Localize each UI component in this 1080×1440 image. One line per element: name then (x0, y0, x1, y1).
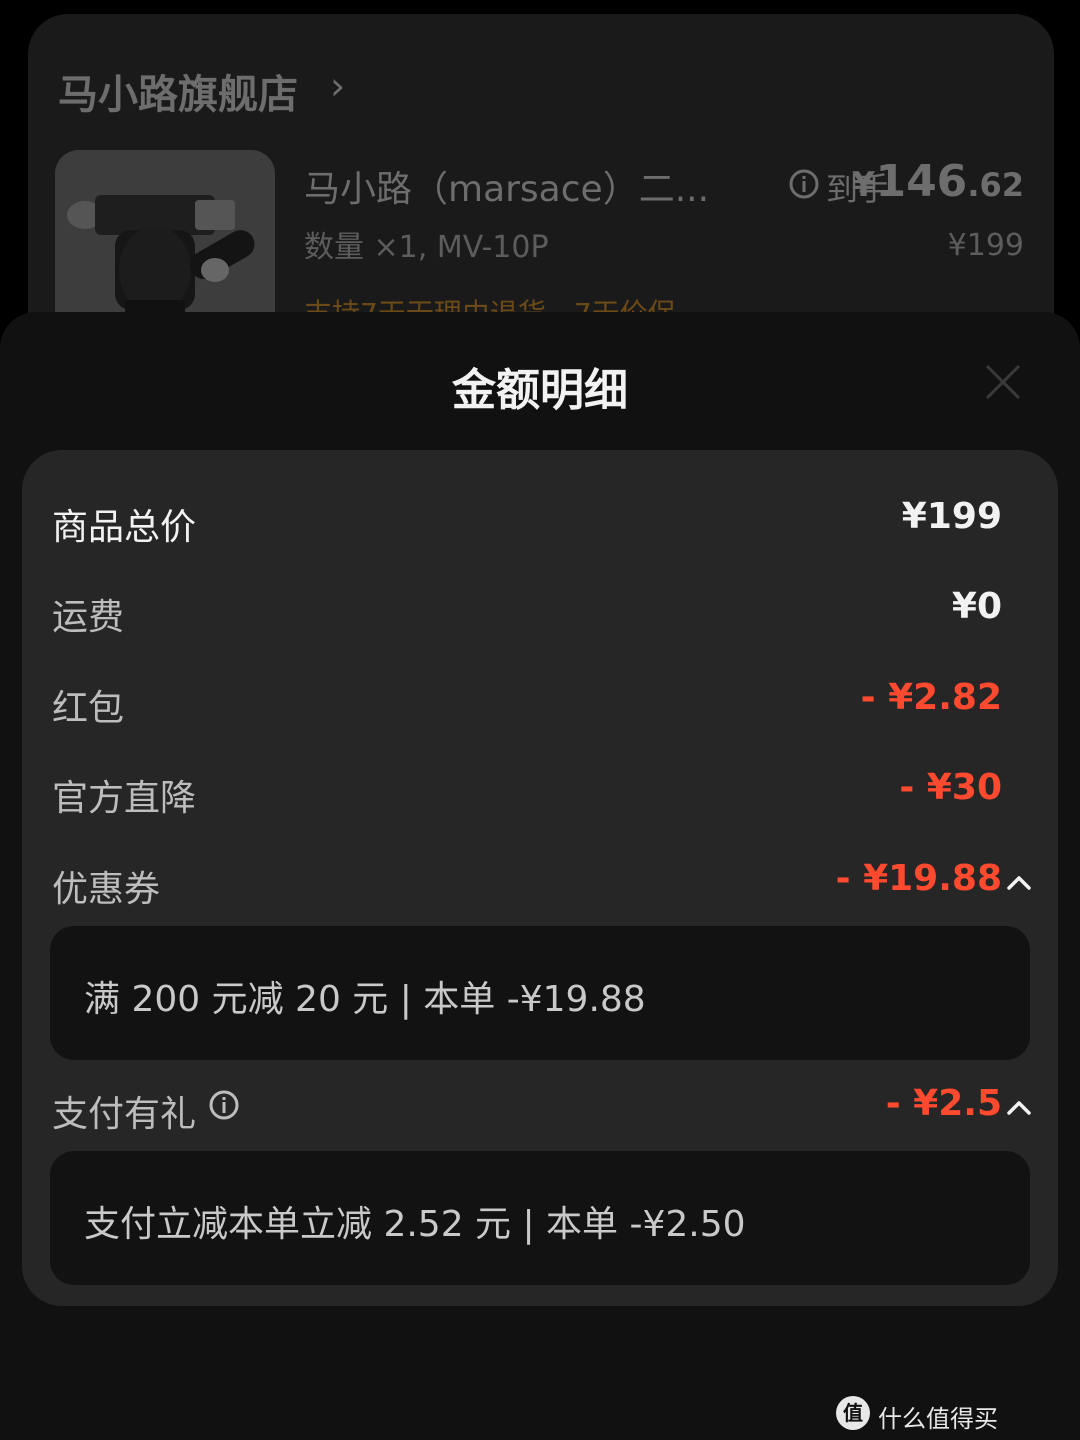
row-label: 支付有礼 (52, 1094, 197, 1135)
amount-detail-panel: 商品总价 ¥199 运费 ¥0 红包 - ¥2.82 官方直降 - ¥30 优惠… (22, 450, 1058, 1306)
price-integer: 146 (875, 156, 968, 207)
row-value: ¥0 (951, 586, 1002, 627)
amount-detail-sheet: 金额明细 商品总价 ¥199 运费 ¥0 红包 - ¥2.82 官方直降 - ¥… (0, 312, 1080, 1440)
coupon-detail-text: 满 200 元减 20 元 | 本单 -¥19.88 (84, 979, 646, 1020)
row-goods-total: 商品总价 ¥199 (52, 490, 1002, 550)
row-payment-gift[interactable]: 支付有礼 - ¥2.5 (52, 1077, 1002, 1137)
row-coupon[interactable]: 优惠券 - ¥19.88 (52, 852, 1002, 912)
close-icon[interactable] (983, 362, 1023, 402)
row-value: - ¥30 (899, 767, 1002, 808)
row-value: - ¥19.88 (835, 858, 1002, 899)
coupon-detail-box: 满 200 元减 20 元 | 本单 -¥19.88 (50, 926, 1030, 1060)
row-shipping: 运费 ¥0 (52, 580, 1002, 640)
info-icon[interactable] (788, 168, 820, 200)
payment-detail-box: 支付立减本单立减 2.52 元 | 本单 -¥2.50 (50, 1151, 1030, 1285)
chevron-up-icon[interactable] (1004, 1097, 1034, 1117)
info-icon[interactable] (208, 1089, 240, 1121)
row-value: ¥199 (901, 496, 1002, 537)
product-title[interactable]: 马小路（marsace）二... (304, 160, 709, 212)
original-price: ¥199 (947, 228, 1024, 263)
row-label: 优惠券 (52, 869, 161, 910)
product-quantity-spec: 数量 ×1, MV-10P (304, 230, 549, 265)
watermark-text: 什么值得买 (878, 1405, 998, 1433)
chevron-right-icon[interactable]: › (330, 64, 345, 108)
price-decimal: .62 (967, 166, 1024, 204)
row-label: 红包 (52, 688, 125, 729)
payment-detail-text: 支付立减本单立减 2.52 元 | 本单 -¥2.50 (84, 1204, 746, 1245)
sheet-title: 金额明细 (452, 365, 628, 416)
row-label: 商品总价 (52, 507, 197, 548)
final-price: ¥146.62 (852, 156, 1024, 207)
row-red-packet: 红包 - ¥2.82 (52, 671, 1002, 731)
row-label: 运费 (52, 597, 125, 638)
row-value: - ¥2.82 (860, 677, 1002, 718)
chevron-up-icon[interactable] (1004, 872, 1034, 892)
watermark-logo: 值 (836, 1396, 870, 1430)
row-value: - ¥2.5 (885, 1083, 1002, 1124)
price-currency: ¥ (851, 165, 876, 205)
store-name[interactable]: 马小路旗舰店 (58, 62, 298, 120)
watermark: 值 什么值得买 (836, 1396, 1046, 1433)
row-official-discount: 官方直降 - ¥30 (52, 761, 1002, 821)
row-label: 官方直降 (52, 778, 197, 819)
